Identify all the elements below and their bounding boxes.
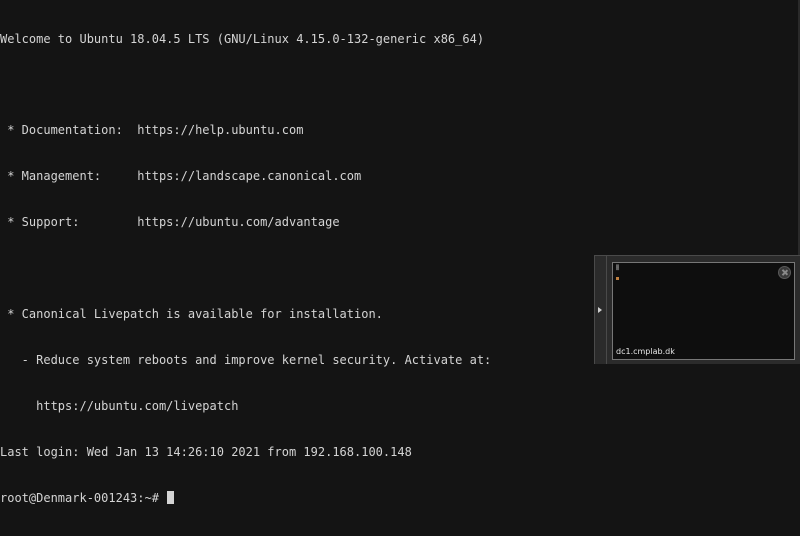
thumbnail-app-icon — [616, 277, 619, 280]
terminal-line: * Support: https://ubuntu.com/advantage — [0, 215, 340, 230]
session-thumbnail[interactable]: ▒ dc1.cmplab.dk — [612, 262, 795, 360]
session-host-label: dc1.cmplab.dk — [616, 347, 675, 356]
terminal-line: * Management: https://landscape.canonica… — [0, 169, 362, 184]
terminal-line: Welcome to Ubuntu 18.04.5 LTS (GNU/Linux… — [0, 31, 485, 46]
close-circle-icon[interactable] — [778, 266, 791, 279]
session-preview-panel: ▒ dc1.cmplab.dk — [594, 255, 800, 364]
shell-prompt: root@Denmark-001243:~# — [0, 490, 167, 505]
terminal-line: * Documentation: https://help.ubuntu.com — [0, 123, 304, 138]
terminal-prompt-line[interactable]: root@Denmark-001243:~# — [0, 490, 491, 506]
terminal-line: https://ubuntu.com/livepatch — [0, 398, 239, 413]
thumbnail-content: ▒ — [616, 265, 620, 271]
chevron-right-icon — [598, 307, 602, 313]
panel-toggle-button[interactable] — [595, 256, 607, 364]
terminal-line: Last login: Wed Jan 13 14:26:10 2021 fro… — [0, 444, 412, 459]
terminal-line: * Canonical Livepatch is available for i… — [0, 306, 383, 321]
terminal-output: Welcome to Ubuntu 18.04.5 LTS (GNU/Linux… — [0, 1, 491, 536]
text-cursor — [167, 490, 175, 504]
terminal-line: - Reduce system reboots and improve kern… — [0, 352, 492, 367]
